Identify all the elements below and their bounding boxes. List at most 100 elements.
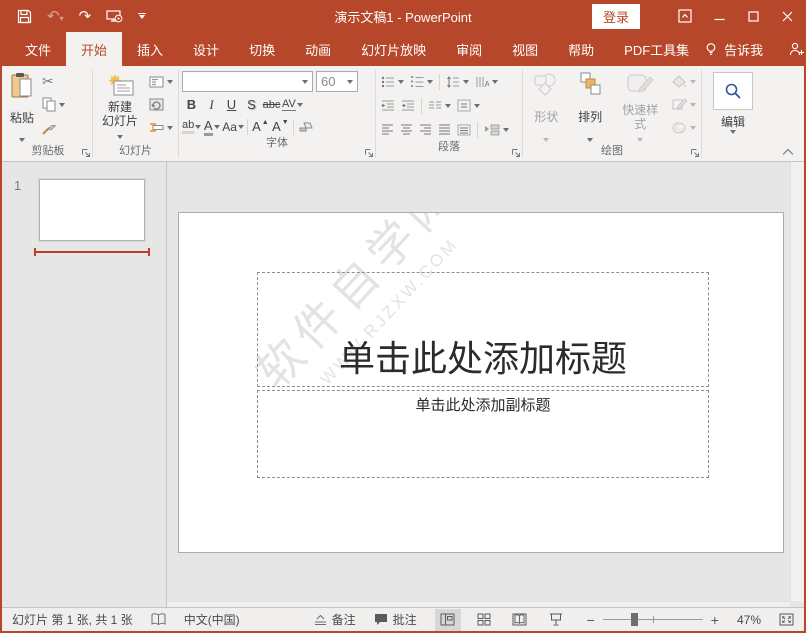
distribute-button[interactable] [455,119,473,140]
strikethrough-button[interactable]: abc [262,95,281,114]
quick-styles-button[interactable]: 快速样式 [613,68,667,144]
layout-button[interactable] [147,71,175,92]
reset-button[interactable] [147,94,175,115]
maximize-button[interactable] [736,0,770,32]
shape-effects-button[interactable] [670,117,698,138]
clipboard-dialog-launcher-icon[interactable] [81,148,91,158]
shape-fill-button[interactable] [670,71,698,92]
vertical-scrollbar[interactable] [790,162,804,601]
font-size-combo[interactable]: 60 [316,71,358,92]
spell-check-icon[interactable] [151,613,166,626]
convert-to-smartart-button[interactable] [482,119,511,140]
align-right-button[interactable] [417,119,434,140]
clear-formatting-button[interactable] [297,117,316,136]
zoom-slider-thumb[interactable] [631,613,638,626]
fit-to-window-icon[interactable] [779,613,794,626]
normal-view-button[interactable] [435,609,461,631]
underline-button[interactable]: U [222,95,241,114]
slide-thumbnail[interactable] [39,179,145,241]
status-bar: 幻灯片 第 1 张, 共 1 张 中文(中国) 备注 批注 [2,607,804,631]
slide-sorter-view-button[interactable] [471,609,497,631]
close-button[interactable] [770,0,804,32]
powerpoint-window: ↶▾ ↷ 演示文稿1 - PowerPoint 登录 文件 [0,0,806,633]
line-spacing-button[interactable] [444,71,471,92]
tab-file[interactable]: 文件 [10,32,66,66]
shapes-button[interactable]: 形状 [526,68,567,144]
reset-icon [149,98,164,111]
customize-qat-icon[interactable] [138,13,146,19]
tab-home[interactable]: 开始 [66,32,122,66]
title-placeholder[interactable]: 单击此处添加标题 [257,272,709,387]
slide-counter[interactable]: 幻灯片 第 1 张, 共 1 张 [12,611,133,628]
horizontal-scrollbar[interactable] [167,601,790,607]
reading-view-button[interactable] [507,609,533,631]
tab-slideshow[interactable]: 幻灯片放映 [346,32,441,66]
zoom-level[interactable]: 47% [737,613,761,627]
format-painter-button[interactable] [40,117,67,138]
text-highlight-button[interactable]: ab [182,117,201,136]
drawing-dialog-launcher-icon[interactable] [690,148,700,158]
align-text-button[interactable] [455,95,482,116]
share-button[interactable]: 共享 [789,40,806,59]
grow-font-button[interactable]: A▲ [251,117,270,136]
comments-button[interactable]: 批注 [374,611,417,628]
language-indicator[interactable]: 中文(中国) [184,611,240,628]
section-button[interactable] [147,117,175,138]
sign-in-button[interactable]: 登录 [592,4,640,29]
title-placeholder-text: 单击此处添加标题 [339,330,627,382]
columns-button[interactable] [426,95,453,116]
font-color-button[interactable]: A [202,117,221,136]
new-slide-button[interactable]: 新建 幻灯片 [96,68,144,144]
slide-canvas[interactable]: 软件自学网 WWW.RJZXW.COM 单击此处添加标题 单击此处添加副标题 [178,212,784,553]
shrink-font-button[interactable]: A▼ [271,117,290,136]
zoom-in-button[interactable]: + [711,612,719,628]
separator [439,74,440,90]
bullets-button[interactable] [379,71,406,92]
align-center-button[interactable] [398,119,415,140]
slideshow-view-button[interactable] [543,609,569,631]
tell-me-button[interactable]: 告诉我 [704,40,763,59]
notes-button[interactable]: 备注 [314,611,356,628]
change-case-button[interactable]: Aa [222,117,244,136]
tab-review[interactable]: 审阅 [441,32,497,66]
minimize-button[interactable] [702,0,736,32]
paragraph-dialog-launcher-icon[interactable] [511,148,521,158]
save-icon[interactable] [17,9,32,24]
smartart-icon [484,124,500,136]
zoom-out-button[interactable]: − [587,612,595,628]
paste-button[interactable]: 粘贴 [7,68,37,144]
tab-view[interactable]: 视图 [497,32,553,66]
tab-animations[interactable]: 动画 [290,32,346,66]
subtitle-placeholder[interactable]: 单击此处添加副标题 [257,390,709,478]
align-text-icon [457,99,471,112]
bold-button[interactable]: B [182,95,201,114]
slide-thumbnail-number: 1 [14,178,21,193]
redo-icon[interactable]: ↷ [79,9,92,24]
find-icon[interactable] [713,72,753,110]
text-shadow-button[interactable]: S [242,95,261,114]
justify-button[interactable] [436,119,453,140]
edit-button[interactable]: 编辑 [718,113,748,136]
font-dialog-launcher-icon[interactable] [364,148,374,158]
shape-outline-button[interactable] [670,94,698,115]
cut-button[interactable]: ✂ [40,71,67,92]
tab-design[interactable]: 设计 [178,32,234,66]
arrange-button[interactable]: 排列 [570,68,611,144]
collapse-ribbon-icon[interactable] [782,148,794,156]
tab-pdf-tools[interactable]: PDF工具集 [609,32,704,66]
zoom-slider[interactable] [603,619,703,620]
numbering-button[interactable] [408,71,435,92]
font-name-combo[interactable] [182,71,313,92]
copy-button[interactable] [40,94,67,115]
tab-transitions[interactable]: 切换 [234,32,290,66]
align-left-button[interactable] [379,119,396,140]
tab-insert[interactable]: 插入 [122,32,178,66]
italic-button[interactable]: I [202,95,221,114]
tab-help[interactable]: 帮助 [553,32,609,66]
start-slideshow-icon[interactable] [106,9,123,24]
decrease-indent-button[interactable] [379,95,397,116]
ribbon-display-options-icon[interactable] [668,0,702,32]
character-spacing-button[interactable]: AV [282,95,303,114]
text-direction-button[interactable]: A [473,71,500,92]
increase-indent-button[interactable] [399,95,417,116]
